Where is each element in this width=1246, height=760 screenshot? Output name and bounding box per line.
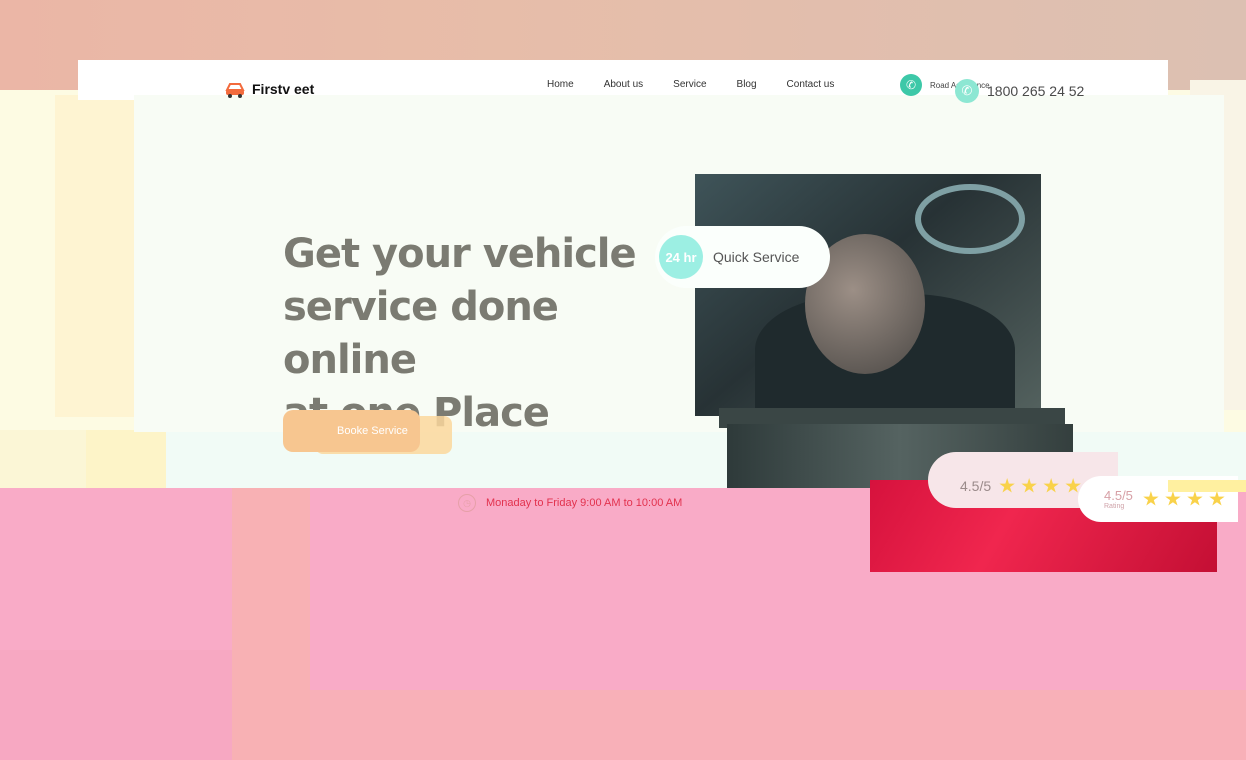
nav-contact[interactable]: Contact us bbox=[787, 79, 835, 90]
hero-title-line2: service done online bbox=[283, 284, 559, 383]
background-band-corner bbox=[0, 650, 232, 760]
car-icon bbox=[225, 83, 245, 98]
background-band-lower bbox=[232, 690, 1246, 760]
phone-icon: ✆ bbox=[900, 74, 922, 96]
phone-number: 1800 265 24 52 bbox=[987, 83, 1085, 99]
rating-display: 4.5/5 bbox=[960, 478, 1081, 494]
working-hours: ◷ Monaday to Friday 9:00 AM to 10:00 AM bbox=[458, 494, 682, 512]
rating-card-value: 4.5/5 bbox=[1104, 488, 1133, 503]
rating-value: 4.5/5 bbox=[960, 478, 992, 494]
nav-about[interactable]: About us bbox=[604, 79, 643, 90]
background-band-left-inner bbox=[86, 430, 166, 488]
star-icon bbox=[1209, 491, 1225, 506]
glitch-sliver bbox=[1168, 480, 1246, 492]
hero-title: Get your vehicle service done online at … bbox=[283, 228, 703, 440]
nav-blog[interactable]: Blog bbox=[737, 79, 757, 90]
brand-logo[interactable]: Firstv eet bbox=[224, 80, 314, 98]
star-icon bbox=[1143, 491, 1159, 506]
hours-text: Monaday to Friday 9:00 AM to 10:00 AM bbox=[486, 497, 683, 509]
background-band-side bbox=[55, 95, 135, 417]
star-icon bbox=[1043, 478, 1059, 493]
book-service-label: Booke Service bbox=[337, 425, 408, 437]
rating-card-sub: Rating bbox=[1104, 503, 1125, 510]
main-nav: Home About us Service Blog Contact us bbox=[547, 79, 834, 90]
phone-contact[interactable]: ✆ 1800 265 24 52 bbox=[955, 79, 1084, 103]
star-icon bbox=[1021, 478, 1037, 493]
24hr-badge: 24 hr bbox=[659, 235, 703, 279]
mechanic-photo bbox=[695, 174, 1041, 416]
nav-home[interactable]: Home bbox=[547, 79, 574, 90]
hero-title-line1: Get your vehicle bbox=[283, 231, 637, 277]
nav-service[interactable]: Service bbox=[673, 79, 706, 90]
brand-name: Firstv eet bbox=[252, 81, 315, 97]
star-icon bbox=[999, 478, 1015, 493]
rating-card-stars bbox=[1143, 491, 1225, 507]
star-icon bbox=[1187, 491, 1203, 506]
rating-stars bbox=[999, 478, 1081, 494]
photo-hose bbox=[915, 184, 1025, 254]
background-band-strip bbox=[232, 488, 310, 760]
quick-service-card: 24 hr Quick Service bbox=[655, 226, 830, 288]
call-icon: ✆ bbox=[955, 79, 979, 103]
quick-service-label: Quick Service bbox=[713, 249, 800, 265]
star-icon bbox=[1165, 491, 1181, 506]
clock-icon: ◷ bbox=[458, 494, 476, 512]
